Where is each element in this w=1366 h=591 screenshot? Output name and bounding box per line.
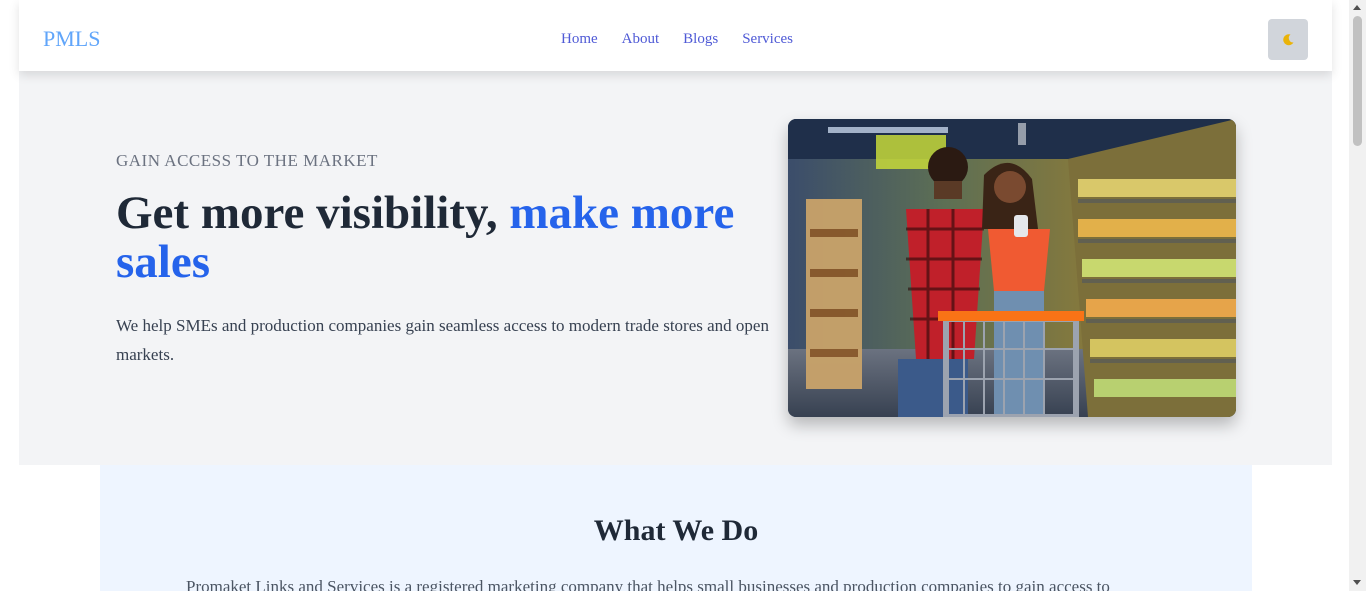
hero-eyebrow: GAIN ACCESS TO THE MARKET	[116, 151, 378, 170]
scroll-thumb[interactable]	[1353, 16, 1362, 146]
what-we-do-title: What We Do	[593, 514, 759, 547]
moon-icon	[1281, 33, 1295, 47]
page-scrollbar[interactable]	[1349, 0, 1366, 591]
what-we-do-text: Promaket Links and Services is a registe…	[186, 577, 1110, 591]
hero-title: Get more visibility, make more sales	[116, 189, 766, 287]
nav-link-blogs[interactable]: Blogs	[683, 30, 718, 48]
scroll-down-arrow-icon[interactable]	[1353, 580, 1361, 585]
nav-links: Home About Blogs Services	[561, 30, 793, 48]
supermarket-shoppers-photo	[788, 119, 1236, 417]
what-we-do-section: What We Do Promaket Links and Services i…	[100, 465, 1252, 591]
hero-title-main: Get more visibility,	[116, 187, 498, 239]
nav-link-services[interactable]: Services	[742, 30, 793, 48]
navbar: PMLS Home About Blogs Services	[19, 0, 1332, 71]
brand-logo-link[interactable]: PMLS	[43, 26, 100, 52]
nav-link-about[interactable]: About	[622, 30, 660, 48]
theme-toggle-button[interactable]	[1268, 19, 1308, 60]
hero-section: GAIN ACCESS TO THE MARKET Get more visib…	[19, 71, 1332, 465]
scroll-up-arrow-icon[interactable]	[1353, 5, 1361, 10]
nav-link-home[interactable]: Home	[561, 30, 598, 48]
hero-image	[788, 119, 1236, 417]
hero-description: We help SMEs and production companies ga…	[116, 316, 769, 364]
